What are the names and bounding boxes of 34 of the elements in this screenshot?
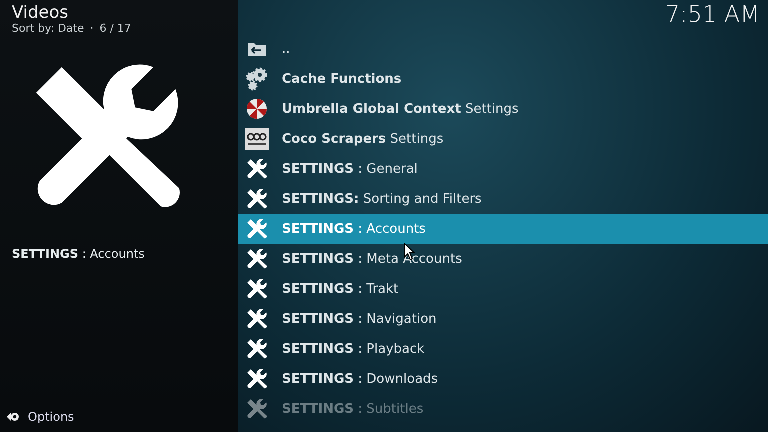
- list-item[interactable]: SETTINGS : Playback: [238, 334, 768, 364]
- list-item[interactable]: SETTINGS : Downloads: [238, 364, 768, 394]
- list-item[interactable]: SETTINGS : General: [238, 154, 768, 184]
- list-item[interactable]: Coco Scrapers Settings: [238, 124, 768, 154]
- tools-icon: [245, 367, 269, 391]
- list-item[interactable]: SETTINGS: Sorting and Filters: [238, 184, 768, 214]
- tools-icon: [245, 337, 269, 361]
- tools-icon: [245, 397, 269, 421]
- options-button[interactable]: Options: [6, 410, 238, 424]
- coco-logo-icon: [245, 128, 269, 150]
- selected-item-label: SETTINGS : Accounts: [12, 247, 146, 261]
- tools-icon: [245, 307, 269, 331]
- list-item[interactable]: Cache Functions: [238, 64, 768, 94]
- gears-icon: [245, 67, 269, 91]
- separator-dot: ·: [90, 22, 94, 35]
- tools-icon: [245, 187, 269, 211]
- tools-icon: [245, 277, 269, 301]
- tools-icon: [245, 247, 269, 271]
- sort-label: Sort by: Date: [12, 22, 84, 35]
- list-item[interactable]: Umbrella Global Context Settings: [238, 94, 768, 124]
- list-item[interactable]: SETTINGS : Trakt: [238, 274, 768, 304]
- list-item[interactable]: SETTINGS : Navigation: [238, 304, 768, 334]
- list-item[interactable]: SETTINGS : Meta Accounts: [238, 244, 768, 274]
- window-title: Videos: [12, 4, 70, 22]
- tools-icon: [245, 157, 269, 181]
- item-count: 6 / 17: [100, 22, 132, 35]
- list-item[interactable]: ..: [238, 34, 768, 64]
- umbrella-logo-icon: [246, 98, 268, 120]
- folder-back-icon: [247, 41, 267, 57]
- tools-icon: [245, 217, 269, 241]
- clock: 7:51 AM: [665, 2, 760, 30]
- list-item[interactable]: SETTINGS : Accounts: [238, 214, 768, 244]
- list-item[interactable]: SETTINGS : Subtitles: [238, 394, 768, 424]
- options-icon: [6, 410, 20, 424]
